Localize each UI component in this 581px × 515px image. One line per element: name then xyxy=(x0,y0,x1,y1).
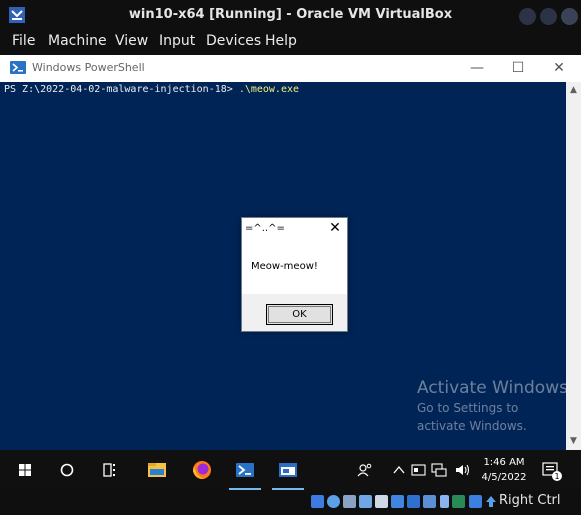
activation-watermark-line2: activate Windows. xyxy=(417,419,527,433)
taskbar-powershell[interactable] xyxy=(225,450,265,490)
people-icon[interactable] xyxy=(357,462,373,478)
start-button[interactable] xyxy=(5,450,45,490)
volume-icon[interactable] xyxy=(455,463,471,477)
menu-view[interactable]: View xyxy=(115,33,148,49)
chevron-up-icon[interactable] xyxy=(393,464,405,476)
ps-close-button[interactable]: ✕ xyxy=(549,59,569,77)
window-app-icon xyxy=(279,463,297,477)
scroll-up-arrow-icon[interactable]: ▲ xyxy=(566,82,581,99)
windows-start-icon xyxy=(19,464,31,476)
ime-icon[interactable] xyxy=(411,463,426,477)
window-title: win10-x64 [Running] - Oracle VM VirtualB… xyxy=(128,7,453,22)
message-box-close-icon[interactable]: ✕ xyxy=(327,220,343,236)
host-key-arrow-icon xyxy=(486,496,496,507)
maximize-button[interactable] xyxy=(540,8,557,25)
cpu-icon[interactable] xyxy=(452,495,465,508)
task-view-button[interactable] xyxy=(90,450,130,490)
mouse-integration-icon[interactable] xyxy=(469,495,482,508)
powershell-titlebar: Windows PowerShell — ☐ ✕ xyxy=(0,55,581,82)
task-view-icon xyxy=(103,463,115,477)
network-adapter-icon[interactable] xyxy=(359,495,372,508)
menu-machine[interactable]: Machine xyxy=(48,33,107,49)
guest-screen: Windows PowerShell — ☐ ✕ PS Z:\2022-04-0… xyxy=(0,55,581,490)
ps-maximize-button[interactable]: ☐ xyxy=(508,59,528,77)
taskbar-firefox[interactable] xyxy=(182,450,222,490)
clock-date[interactable]: 4/5/2022 xyxy=(478,472,530,483)
message-box-body: =^..^= ✕ Meow-meow! xyxy=(242,218,347,294)
ok-button[interactable]: OK xyxy=(266,304,333,325)
taskbar-file-explorer[interactable] xyxy=(137,450,177,490)
menu-help[interactable]: Help xyxy=(265,33,297,49)
clock-time[interactable]: 1:46 AM xyxy=(482,457,526,468)
search-circle-icon xyxy=(60,463,74,477)
audio-icon[interactable] xyxy=(343,495,356,508)
vbox-titlebar: win10-x64 [Running] - Oracle VM VirtualB… xyxy=(0,0,581,31)
shared-folders-icon[interactable] xyxy=(391,495,404,508)
display-icon[interactable] xyxy=(407,495,420,508)
scroll-down-arrow-icon[interactable]: ▼ xyxy=(566,433,581,450)
host-key-label: Right Ctrl xyxy=(499,493,561,508)
network-icon[interactable] xyxy=(431,463,447,477)
menu-bar: File Machine View Input Devices Help xyxy=(0,31,581,55)
taskbar: 1:46 AM 4/5/2022 1 xyxy=(0,450,581,490)
recording-icon[interactable] xyxy=(440,495,449,508)
menu-devices[interactable]: Devices xyxy=(206,33,261,49)
activation-watermark-line1: Go to Settings to xyxy=(417,401,519,415)
notification-count: 1 xyxy=(554,472,559,481)
minimize-button[interactable] xyxy=(519,8,536,25)
powershell-title: Windows PowerShell xyxy=(32,61,145,74)
usb-icon[interactable] xyxy=(375,495,388,508)
console-prompt: PS Z:\2022-04-02-malware-injection-18> xyxy=(4,84,239,95)
vbox-statusbar: Right Ctrl xyxy=(0,490,581,515)
menu-input[interactable]: Input xyxy=(159,33,195,49)
search-button[interactable] xyxy=(47,450,87,490)
taskbar-window-app[interactable] xyxy=(268,450,308,490)
powershell-icon xyxy=(236,463,254,477)
console-scrollbar[interactable]: ▲ ▼ xyxy=(566,82,581,450)
message-box-text: Meow-meow! xyxy=(251,261,318,272)
powershell-window-icon xyxy=(10,61,26,74)
message-box: =^..^= ✕ Meow-meow! OK xyxy=(241,217,348,332)
menu-file[interactable]: File xyxy=(12,33,35,49)
firefox-icon xyxy=(193,461,211,479)
activation-watermark-title: Activate Windows xyxy=(417,378,568,398)
console-line: PS Z:\2022-04-02-malware-injection-18> .… xyxy=(4,84,299,95)
hard-disk-icon[interactable] xyxy=(311,495,324,508)
close-button[interactable] xyxy=(561,8,578,25)
ps-minimize-button[interactable]: — xyxy=(467,59,487,77)
optical-drive-icon[interactable] xyxy=(327,495,340,508)
file-explorer-icon xyxy=(148,463,166,477)
video-capture-icon[interactable] xyxy=(423,495,436,508)
message-box-title: =^..^= xyxy=(245,223,285,234)
console-command: .\meow.exe xyxy=(238,84,300,95)
notification-icon[interactable]: 1 xyxy=(541,460,563,482)
